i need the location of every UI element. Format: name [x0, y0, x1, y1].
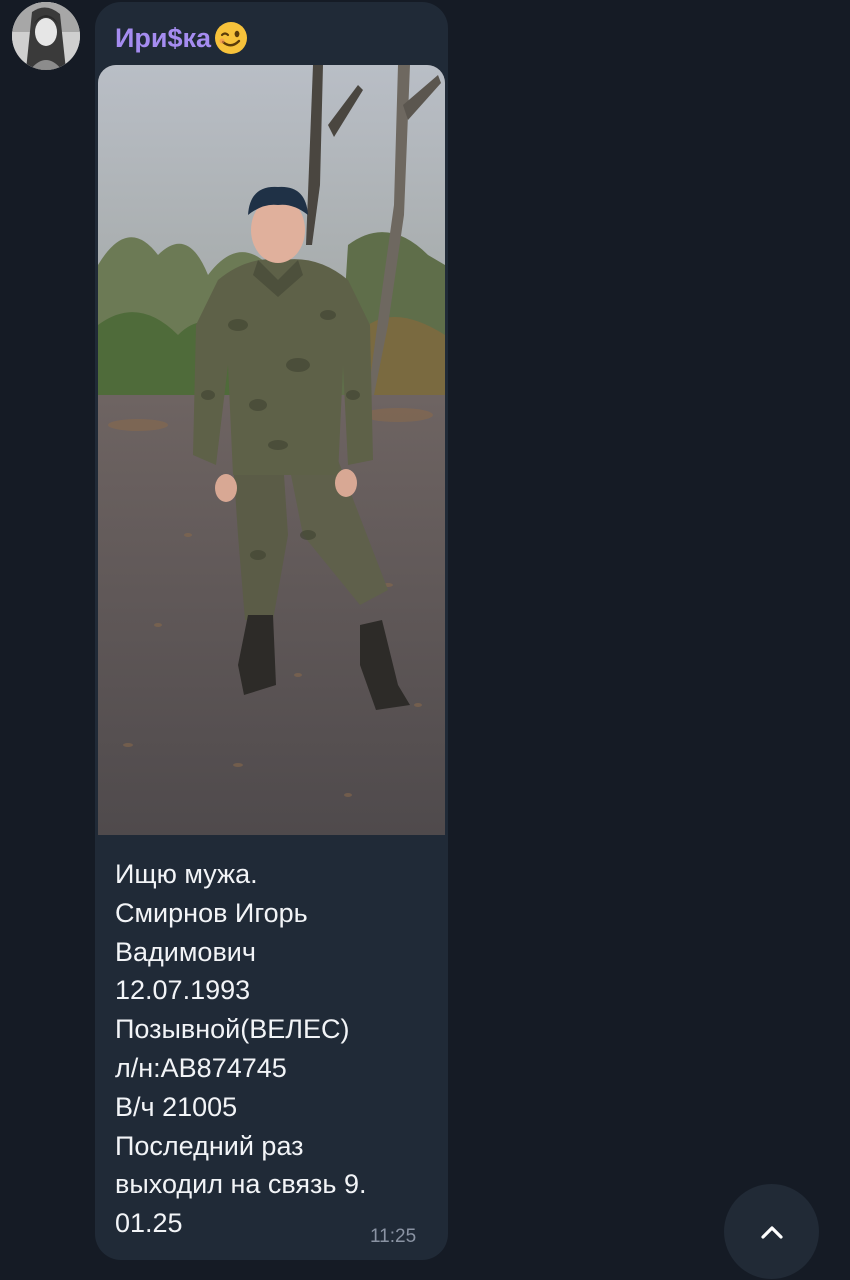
message-photo[interactable]	[98, 65, 445, 835]
sender-name-text: Ири$ка	[115, 22, 212, 53]
message-time: 11:25	[370, 1226, 417, 1247]
caption-line: 12.07.1993	[115, 975, 251, 1006]
soldier-photo	[98, 65, 445, 835]
scroll-button[interactable]	[724, 1184, 819, 1279]
sender-avatar[interactable]	[12, 2, 80, 70]
winking-face-icon	[215, 22, 248, 54]
message-caption: Ищю мужа. Смирнов Игорь Вадимович 12.07.…	[115, 855, 425, 1243]
caption-line: Вадимович	[115, 936, 256, 967]
caption-line: выходил на связь 9.	[115, 1169, 367, 1200]
avatar-image	[12, 2, 80, 70]
caption-line: В/ч 21005	[115, 1091, 238, 1122]
caption-line: Позывной(ВЕЛЕС)	[115, 1014, 350, 1045]
caption-line: л/н:АВ874745	[115, 1052, 287, 1083]
sender-name[interactable]: Ири$ка	[115, 18, 249, 58]
caption-line: Ищю мужа.	[115, 859, 258, 889]
caption-line: Последний раз	[115, 1130, 304, 1161]
chevron-up-icon	[760, 1225, 783, 1239]
caption-line: Смирнов Игорь	[115, 897, 308, 928]
